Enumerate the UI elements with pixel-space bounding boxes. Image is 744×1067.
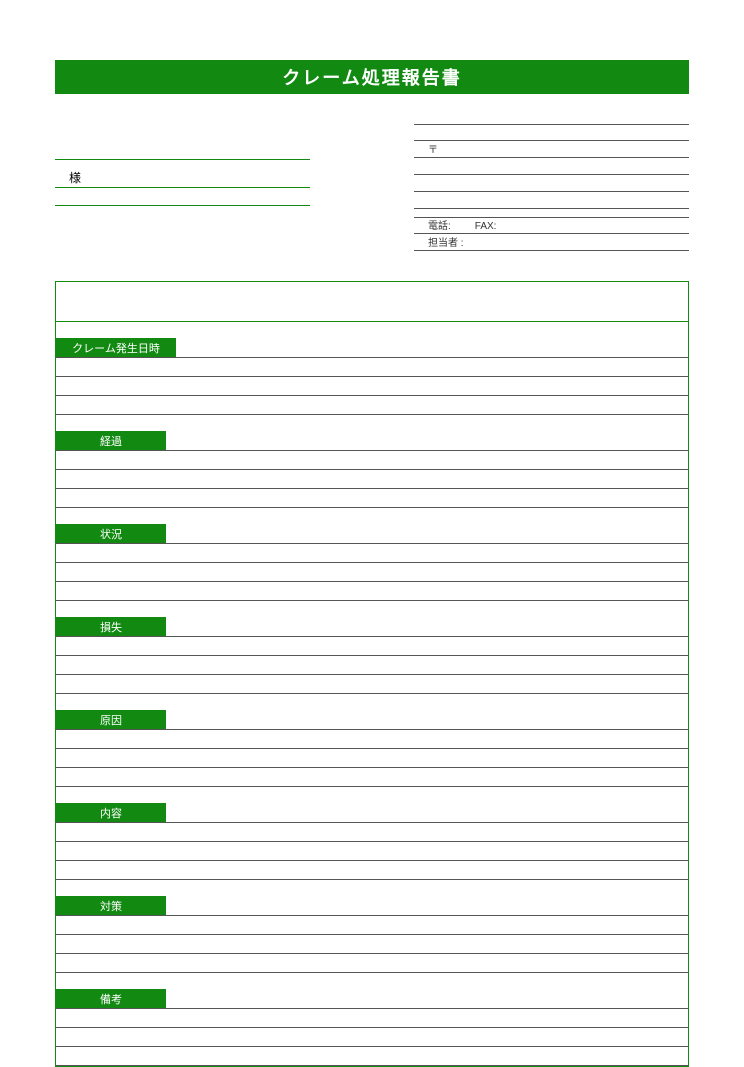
section-label: 備考 (56, 989, 166, 1008)
blank-row (56, 935, 688, 954)
top-blank-area (56, 282, 688, 322)
sender-addr-line-2 (414, 175, 689, 192)
blank-row (56, 377, 688, 396)
section-header-row: 原因 (56, 710, 688, 730)
section-2: 状況 (56, 524, 688, 601)
section-header-row: クレーム発生日時 (56, 338, 688, 358)
section-header-row: 内容 (56, 803, 688, 823)
sender-addr-line-3 (414, 192, 689, 209)
blank-row (56, 675, 688, 694)
recipient-line-3 (55, 188, 310, 206)
blank-row (56, 358, 688, 377)
blank-row (56, 842, 688, 861)
section-header-blank (166, 431, 688, 450)
tel-label: 電話: (428, 217, 451, 232)
blank-row (56, 470, 688, 489)
section-label: 原因 (56, 710, 166, 729)
section-0: クレーム発生日時 (56, 338, 688, 415)
section-label: クレーム発生日時 (56, 338, 176, 357)
section-header-row: 損失 (56, 617, 688, 637)
section-6: 対策 (56, 896, 688, 973)
section-header-blank (166, 617, 688, 636)
blank-row (56, 1009, 688, 1028)
section-3: 損失 (56, 617, 688, 694)
blank-row (56, 637, 688, 656)
blank-row (56, 823, 688, 842)
fax-label: FAX: (475, 221, 497, 232)
blank-row (56, 954, 688, 973)
section-7: 備考 (56, 989, 688, 1066)
document-title: クレーム処理報告書 (55, 60, 689, 94)
section-label: 対策 (56, 896, 166, 915)
main-form-box: クレーム発生日時経過状況損失原因内容対策備考 (55, 281, 689, 1067)
blank-row (56, 861, 688, 880)
recipient-suffix: 様 (55, 169, 81, 186)
blank-row (56, 730, 688, 749)
section-5: 内容 (56, 803, 688, 880)
blank-row (56, 1047, 688, 1066)
section-label: 状況 (56, 524, 166, 543)
section-label: 経過 (56, 431, 166, 450)
recipient-area: 様 (55, 124, 310, 251)
person-label: 担当者 : (428, 234, 464, 249)
section-label: 内容 (56, 803, 166, 822)
section-header-blank (166, 803, 688, 822)
sender-postal-line: 〒 (414, 141, 689, 158)
section-header-row: 対策 (56, 896, 688, 916)
sender-addr-line-1 (414, 158, 689, 175)
recipient-line-1 (55, 142, 310, 160)
sender-company-line (414, 124, 689, 141)
sender-area: 〒 電話: FAX: 担当者 : (414, 124, 689, 251)
blank-row (56, 563, 688, 582)
header-block: 様 〒 電話: FAX: 担当者 : (55, 124, 689, 251)
blank-row (56, 916, 688, 935)
section-header-blank (176, 338, 688, 357)
blank-row (56, 451, 688, 470)
blank-row (56, 656, 688, 675)
section-header-blank (166, 896, 688, 915)
blank-row (56, 544, 688, 563)
blank-row (56, 489, 688, 508)
section-header-row: 状況 (56, 524, 688, 544)
section-1: 経過 (56, 431, 688, 508)
blank-row (56, 1028, 688, 1047)
section-4: 原因 (56, 710, 688, 787)
section-header-blank (166, 710, 688, 729)
blank-row (56, 749, 688, 768)
sender-person-line: 担当者 : (414, 234, 689, 251)
blank-row (56, 768, 688, 787)
section-header-blank (166, 989, 688, 1008)
section-header-row: 経過 (56, 431, 688, 451)
recipient-line-2: 様 (55, 170, 310, 188)
sender-tel-fax-line: 電話: FAX: (414, 217, 689, 234)
section-header-blank (166, 524, 688, 543)
postal-prefix: 〒 (428, 141, 438, 156)
section-label: 損失 (56, 617, 166, 636)
section-header-row: 備考 (56, 989, 688, 1009)
blank-row (56, 396, 688, 415)
blank-row (56, 582, 688, 601)
